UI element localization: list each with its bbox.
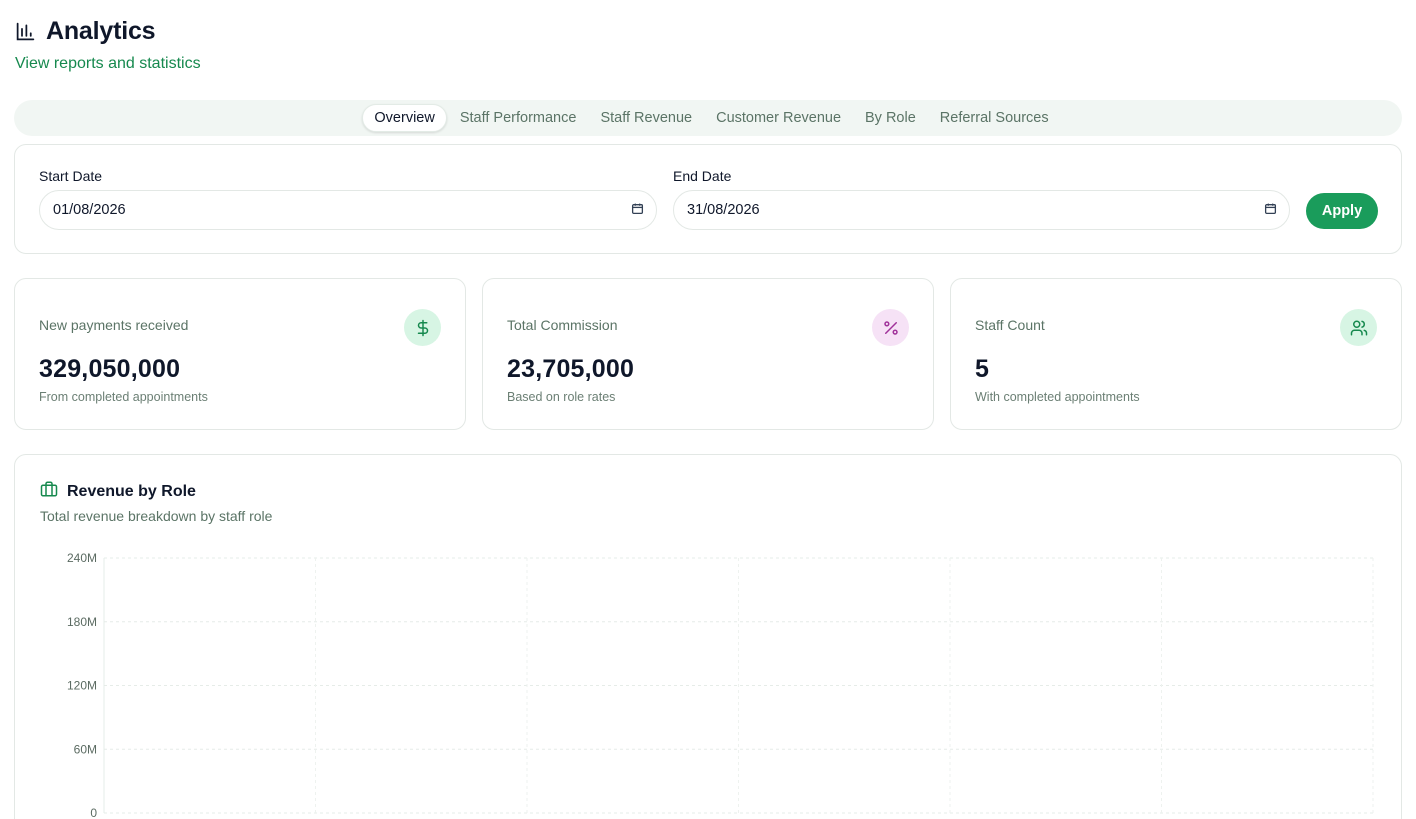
start-date-input[interactable]: 01/08/2026 [39,190,657,230]
calendar-icon[interactable] [631,202,644,219]
tab-customer-revenue[interactable]: Customer Revenue [705,105,852,131]
bar-chart-icon [15,21,36,42]
tab-by-role[interactable]: By Role [854,105,927,131]
y-tick-label: 240M [67,551,97,565]
stat-label: Total Commission [507,317,618,333]
page-subtitle: View reports and statistics [15,55,201,72]
tab-referral-sources[interactable]: Referral Sources [929,105,1060,131]
percent-icon [872,309,909,346]
revenue-by-role-card: Revenue by Role Total revenue breakdown … [14,454,1402,819]
stat-value: 5 [975,355,990,383]
stat-card-staff-count: Staff Count 5 With completed appointment… [950,278,1402,430]
stat-value: 23,705,000 [507,355,635,383]
tab-staff-performance[interactable]: Staff Performance [449,105,588,131]
stat-card-total-commission: Total Commission 23,705,000 Based on rol… [482,278,934,430]
users-icon [1340,309,1377,346]
y-tick-label: 60M [74,742,97,756]
start-date-label: Start Date [39,168,103,184]
page-title: Analytics [46,16,156,45]
revenue-by-role-chart: 0 60M 120M 180M 240M [67,551,1374,819]
end-date-label: End Date [673,168,732,184]
stat-card-new-payments: New payments received 329,050,000 From c… [14,278,466,430]
end-date-input[interactable]: 31/08/2026 [673,190,1290,230]
stat-note: With completed appointments [975,390,1140,404]
calendar-icon[interactable] [1264,202,1277,219]
stat-label: New payments received [39,317,189,333]
date-filter-card: Start Date 01/08/2026 End Date 31/08/202… [14,144,1402,254]
tab-staff-revenue[interactable]: Staff Revenue [589,105,703,131]
y-tick-label: 120M [67,679,97,693]
page-header: Analytics View reports and statistics [15,16,201,73]
stat-note: From completed appointments [39,390,208,404]
tab-overview[interactable]: Overview [362,104,447,132]
y-tick-label: 0 [90,806,97,819]
stat-note: Based on role rates [507,390,616,404]
stat-label: Staff Count [975,317,1045,333]
tab-bar: Overview Staff Performance Staff Revenue… [14,100,1402,136]
y-tick-label: 180M [67,615,97,629]
start-date-value: 01/08/2026 [53,202,126,218]
dollar-icon [404,309,441,346]
apply-button[interactable]: Apply [1306,193,1378,229]
end-date-value: 31/08/2026 [687,202,760,218]
stat-value: 329,050,000 [39,355,181,383]
